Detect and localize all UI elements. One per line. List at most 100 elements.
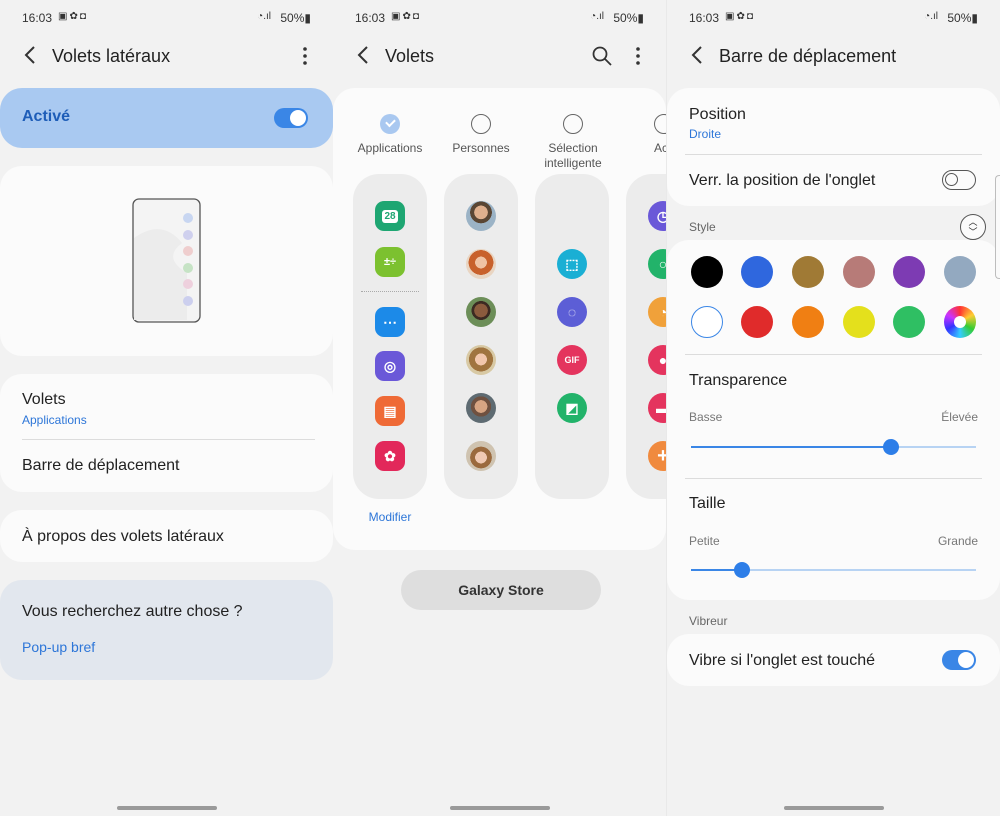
panels-item-value: Applications [22,413,87,427]
lock-position-label: Verr. la position de l'onglet [689,172,876,189]
people-panel-preview[interactable] [444,174,518,499]
about-item[interactable]: À propos des volets latéraux [0,510,333,562]
style-card: Transparence Basse Élevée Taille Petite … [667,240,1000,600]
notification-icons: ▣✿◘ [725,11,755,22]
transparency-max-label: Élevée [941,410,978,424]
pin-to-screen-icon: ◩ [557,393,587,423]
color-swatch-white-selected[interactable] [691,306,723,338]
status-bar: 16:03 ▣✿◘ ◔.ıl 50%▮ [355,11,644,27]
color-swatch-purple[interactable] [893,256,925,288]
back-icon[interactable] [353,44,375,66]
color-swatch-brown[interactable] [792,256,824,288]
vibrate-item[interactable]: Vibre si l'onglet est touché [667,634,1000,686]
radio-icon[interactable] [654,114,666,134]
color-swatch-red[interactable] [741,306,773,338]
slider-thumb[interactable] [882,439,899,455]
custom-color-picker-icon[interactable] [944,306,976,338]
navigation-handle[interactable] [783,806,884,810]
contact-avatar [466,345,496,375]
wifi-signal-icon: ◔.ıl [257,11,271,22]
master-switch-card[interactable]: Activé [0,88,333,148]
panels-item-label: Volets [22,391,66,408]
galaxy-store-button[interactable]: Galaxy Store [401,570,601,610]
more-options-icon[interactable] [297,44,313,68]
add-task-icon: + [648,441,666,471]
dotted-separator [361,291,419,292]
lock-position-toggle[interactable] [942,170,976,190]
radio-icon[interactable] [471,114,491,134]
status-bar: 16:03 ▣✿◘ ◔.ıl 50%▮ [689,11,978,27]
radio-icon[interactable] [563,114,583,134]
transparency-slider[interactable] [691,439,976,455]
size-label: Taille [689,495,726,512]
alarm-icon: ◷ [648,201,666,231]
color-swatch-orange[interactable] [792,306,824,338]
messages-icon: ⋯ [375,307,405,337]
vibrate-toggle[interactable] [942,650,976,670]
collapse-expand-icon[interactable]: ︿ ﹀ [960,214,986,240]
screen-edge-panels: 16:03 ▣✿◘ ◔.ıl 50%▮ Volets latéraux Acti… [0,0,333,816]
status-time: 16:03 [355,11,386,25]
status-time: 16:03 [689,11,720,25]
handle-item-label: Barre de déplacement [22,457,180,474]
notes-icon: ▤ [375,396,405,426]
status-bar: 16:03 ▣✿◘ ◔.ıl 50%▮ [22,11,311,27]
size-max-label: Grande [937,534,978,548]
search-icon[interactable] [590,44,614,68]
master-toggle[interactable] [274,108,308,128]
apps-panel-preview[interactable]: 28 ±÷ ⋯ ◎ ▤ ✿ [353,174,427,499]
looking-for-question: Vous recherchez autre chose ? [22,603,243,620]
more-options-icon[interactable] [630,44,646,68]
active-label: Activé [22,108,71,125]
popup-link[interactable]: Pop-up bref [22,639,95,655]
wifi-signal-icon: ◔.ıl [590,11,604,22]
timer-icon: ◔ [648,297,666,327]
position-item[interactable]: Position Droite [667,88,1000,152]
slider-thumb[interactable] [734,562,751,578]
handle-item[interactable]: Barre de déplacement [0,440,333,492]
radio-checked-icon[interactable] [380,114,400,134]
phone-preview-illustration [132,198,201,323]
navigation-handle[interactable] [449,806,550,810]
gallery-icon: ✿ [375,441,405,471]
tasks-panel-preview[interactable]: ◷ ○ ◔ ● ▬ + [626,174,666,499]
panels-card: Applications Personnes Sélection intelli… [333,88,666,550]
color-swatch-black[interactable] [691,256,723,288]
size-slider[interactable] [691,562,976,578]
transparency-label: Transparence [689,372,788,389]
screen-handle-settings: 16:03 ▣✿◘ ◔.ıl 50%▮ Barre de déplacement… [667,0,1000,816]
internet-icon: ◎ [375,351,405,381]
contact-avatar [466,297,496,327]
modify-link[interactable]: Modifier [353,510,427,524]
position-label: Position [689,106,746,123]
size-min-label: Petite [689,534,720,548]
back-icon[interactable] [687,44,709,66]
battery-level: 50%▮ [280,11,311,25]
panel-tab-tasks[interactable]: Acti [619,114,666,156]
navigation-handle[interactable] [116,806,217,810]
color-swatch-blue[interactable] [741,256,773,288]
panel-tab-applications[interactable]: Applications [345,114,435,156]
page-title: Volets latéraux [52,46,171,66]
divider [685,354,982,355]
color-swatch-green[interactable] [893,306,925,338]
wifi-signal-icon: ◔.ıl [924,11,938,22]
panels-item[interactable]: Volets Applications [0,374,333,438]
notification-icons: ▣✿◘ [58,11,88,22]
lock-position-item[interactable]: Verr. la position de l'onglet [667,155,1000,206]
edge-handle[interactable] [995,175,1000,279]
style-section-header: Style [689,220,716,234]
about-item-label: À propos des volets latéraux [22,528,224,545]
battery-level: 50%▮ [947,11,978,25]
panel-tab-people[interactable]: Personnes [436,114,526,156]
oval-select-icon: ◌ [557,297,587,327]
position-value: Droite [689,127,722,141]
back-icon[interactable] [20,44,42,66]
panel-tab-smart-select[interactable]: Sélection intelligente [528,114,618,171]
color-swatch-yellow[interactable] [843,306,875,338]
gif-icon: GIF [557,345,587,375]
color-swatch-gray-blue[interactable] [944,256,976,288]
smart-select-panel-preview[interactable]: ⬚ ◌ GIF ◩ [535,174,609,499]
settings-list-card: Volets Applications Barre de déplacement [0,374,333,492]
color-swatch-rose[interactable] [843,256,875,288]
